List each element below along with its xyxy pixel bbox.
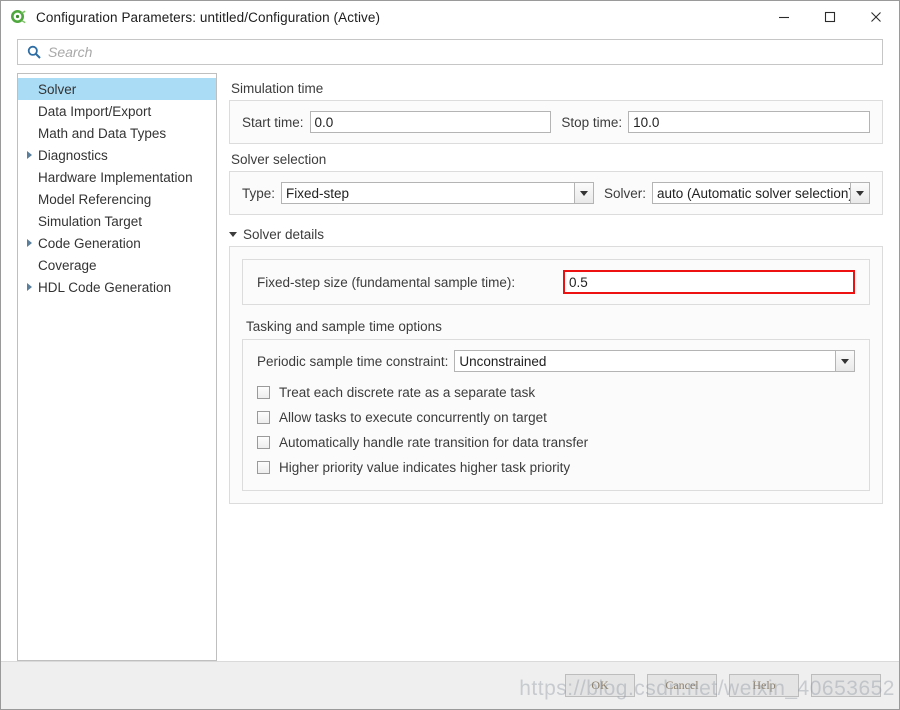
start-time-label: Start time: bbox=[242, 114, 304, 130]
fixed-step-size-label: Fixed-step size (fundamental sample time… bbox=[257, 274, 516, 290]
fixed-step-panel: Fixed-step size (fundamental sample time… bbox=[242, 259, 870, 305]
tree-item-math-and-data-types[interactable]: Math and Data Types bbox=[18, 122, 216, 144]
settings-tree: Solver Data Import/Export Math and Data … bbox=[17, 73, 217, 661]
search-input[interactable]: Search bbox=[17, 39, 883, 65]
configuration-parameters-window: Configuration Parameters: untitled/Confi… bbox=[0, 0, 900, 710]
tree-item-label: Solver bbox=[38, 81, 77, 97]
solver-selection-panel: Type: Fixed-step Solver: auto (Automatic… bbox=[229, 171, 883, 215]
tree-item-label: Diagnostics bbox=[38, 147, 108, 163]
solver-type-dropdown[interactable]: Fixed-step bbox=[281, 182, 594, 204]
chevron-right-icon[interactable] bbox=[22, 239, 36, 247]
solver-details-disclosure[interactable]: Solver details bbox=[229, 227, 883, 242]
main-content: Solver Data Import/Export Math and Data … bbox=[1, 73, 899, 661]
minimize-icon bbox=[779, 16, 789, 19]
window-title: Configuration Parameters: untitled/Confi… bbox=[36, 9, 381, 25]
checkbox-label: Higher priority value indicates higher t… bbox=[279, 460, 571, 475]
chevron-down-icon[interactable] bbox=[850, 182, 870, 204]
close-button[interactable] bbox=[853, 1, 899, 33]
periodic-sample-time-dropdown[interactable]: Unconstrained bbox=[454, 350, 855, 372]
checkbox-row-task-priority[interactable]: Higher priority value indicates higher t… bbox=[257, 455, 855, 480]
periodic-sample-time-label: Periodic sample time constraint: bbox=[257, 353, 449, 369]
tree-item-code-generation[interactable]: Code Generation bbox=[18, 232, 216, 254]
solver-value: auto (Automatic solver selection) bbox=[652, 182, 850, 204]
tree-item-label: Model Referencing bbox=[38, 191, 152, 207]
solver-selection-title: Solver selection bbox=[231, 152, 327, 167]
chevron-down-icon[interactable] bbox=[573, 182, 594, 204]
simulink-icon bbox=[10, 8, 28, 26]
tree-item-diagnostics[interactable]: Diagnostics bbox=[18, 144, 216, 166]
checkbox-label: Automatically handle rate transition for… bbox=[279, 435, 589, 450]
tree-item-label: Simulation Target bbox=[38, 213, 143, 229]
tree-item-simulation-target[interactable]: Simulation Target bbox=[18, 210, 216, 232]
maximize-button[interactable] bbox=[807, 1, 853, 33]
cancel-button[interactable]: Cancel bbox=[647, 674, 717, 697]
periodic-sample-time-value: Unconstrained bbox=[454, 350, 835, 372]
tree-item-hdl-code-generation[interactable]: HDL Code Generation bbox=[18, 276, 216, 298]
apply-button[interactable] bbox=[811, 674, 881, 697]
tree-item-model-referencing[interactable]: Model Referencing bbox=[18, 188, 216, 210]
ok-button[interactable]: OK bbox=[565, 674, 635, 697]
tree-item-data-import-export[interactable]: Data Import/Export bbox=[18, 100, 216, 122]
solver-details-label: Solver details bbox=[243, 227, 325, 242]
close-icon bbox=[871, 12, 881, 22]
simulation-time-panel: Start time: 0.0 Stop time: 10.0 bbox=[229, 100, 883, 144]
search-placeholder: Search bbox=[48, 44, 93, 60]
tree-item-hardware-implementation[interactable]: Hardware Implementation bbox=[18, 166, 216, 188]
tasking-options-panel: Periodic sample time constraint: Unconst… bbox=[242, 339, 870, 491]
solver-type-label: Type: bbox=[242, 185, 276, 201]
search-bar-container: Search bbox=[1, 33, 899, 73]
checkbox-label: Allow tasks to execute concurrently on t… bbox=[279, 410, 547, 425]
tree-item-label: Data Import/Export bbox=[38, 103, 152, 119]
minimize-button[interactable] bbox=[761, 1, 807, 33]
checkbox-row-separate-task[interactable]: Treat each discrete rate as a separate t… bbox=[257, 380, 855, 405]
chevron-right-icon[interactable] bbox=[22, 151, 36, 159]
checkbox-separate-task[interactable] bbox=[257, 386, 270, 399]
checkbox-concurrent-execution[interactable] bbox=[257, 411, 270, 424]
tree-item-label: HDL Code Generation bbox=[38, 279, 172, 295]
chevron-down-icon bbox=[229, 232, 237, 237]
tree-item-coverage[interactable]: Coverage bbox=[18, 254, 216, 276]
chevron-down-icon[interactable] bbox=[835, 350, 855, 372]
tree-item-label: Code Generation bbox=[38, 235, 141, 251]
tree-item-solver[interactable]: Solver bbox=[18, 78, 216, 100]
help-button[interactable]: Help bbox=[729, 674, 799, 697]
dialog-footer: OK Cancel Help https://blog.csdn.net/wei… bbox=[1, 661, 899, 709]
checkbox-task-priority[interactable] bbox=[257, 461, 270, 474]
checkbox-rate-transition[interactable] bbox=[257, 436, 270, 449]
checkbox-row-rate-transition[interactable]: Automatically handle rate transition for… bbox=[257, 430, 855, 455]
window-controls bbox=[761, 1, 899, 33]
checkbox-label: Treat each discrete rate as a separate t… bbox=[279, 385, 536, 400]
solver-label: Solver: bbox=[603, 185, 646, 201]
checkbox-row-concurrent-execution[interactable]: Allow tasks to execute concurrently on t… bbox=[257, 405, 855, 430]
stop-time-label: Stop time: bbox=[561, 114, 623, 130]
solver-settings-pane: Simulation time Start time: 0.0 Stop tim… bbox=[217, 73, 883, 661]
solver-dropdown[interactable]: auto (Automatic solver selection) bbox=[652, 182, 870, 204]
chevron-right-icon[interactable] bbox=[22, 283, 36, 291]
tree-item-label: Hardware Implementation bbox=[38, 169, 193, 185]
tasking-options-title: Tasking and sample time options bbox=[246, 319, 442, 334]
start-time-input[interactable]: 0.0 bbox=[309, 111, 552, 133]
solver-type-value: Fixed-step bbox=[281, 182, 574, 204]
title-bar: Configuration Parameters: untitled/Confi… bbox=[1, 1, 899, 33]
tree-item-label: Math and Data Types bbox=[38, 125, 167, 141]
maximize-icon bbox=[824, 11, 836, 23]
search-icon bbox=[27, 45, 41, 59]
fixed-step-size-input[interactable]: 0.5 bbox=[563, 270, 855, 294]
solver-details-panel: Fixed-step size (fundamental sample time… bbox=[229, 246, 883, 504]
stop-time-input[interactable]: 10.0 bbox=[628, 111, 871, 133]
tree-item-label: Coverage bbox=[38, 257, 97, 273]
simulation-time-title: Simulation time bbox=[231, 81, 324, 96]
